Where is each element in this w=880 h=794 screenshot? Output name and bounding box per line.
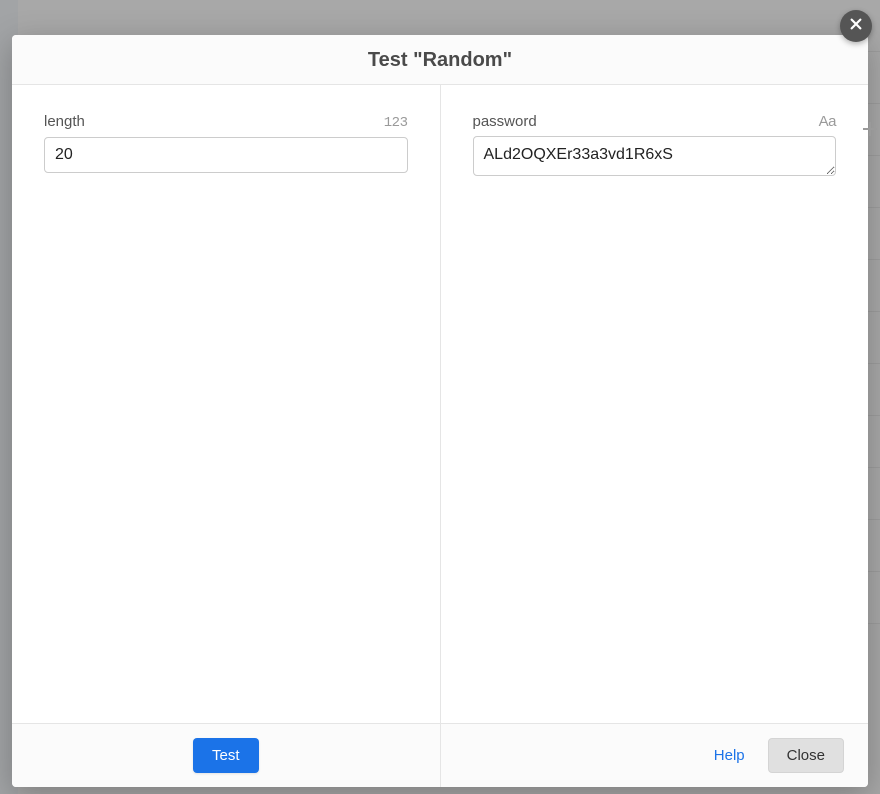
length-type-hint: 123 (384, 115, 408, 131)
length-input[interactable] (44, 137, 408, 173)
password-output[interactable] (473, 136, 837, 176)
footer-right: Help Close (441, 724, 869, 787)
plus-icon[interactable] (859, 118, 880, 140)
footer-left: Test (12, 724, 441, 787)
output-panel: password Aa (441, 85, 869, 723)
close-button[interactable]: Close (768, 738, 844, 773)
length-label: length (44, 113, 85, 130)
dialog-body: length 123 password Aa (12, 85, 868, 723)
dialog-close-button[interactable] (840, 10, 872, 42)
test-dialog: Test "Random" length 123 password Aa (12, 35, 868, 787)
help-button[interactable]: Help (707, 738, 752, 773)
field-length: length 123 (44, 113, 408, 173)
close-icon (849, 17, 863, 36)
input-panel: length 123 (12, 85, 441, 723)
password-type-hint: Aa (819, 113, 836, 130)
test-button[interactable]: Test (193, 738, 259, 773)
password-label: password (473, 113, 537, 130)
field-password: password Aa (473, 113, 837, 181)
dialog-footer: Test Help Close (12, 723, 868, 787)
dialog-title: Test "Random" (12, 35, 868, 85)
